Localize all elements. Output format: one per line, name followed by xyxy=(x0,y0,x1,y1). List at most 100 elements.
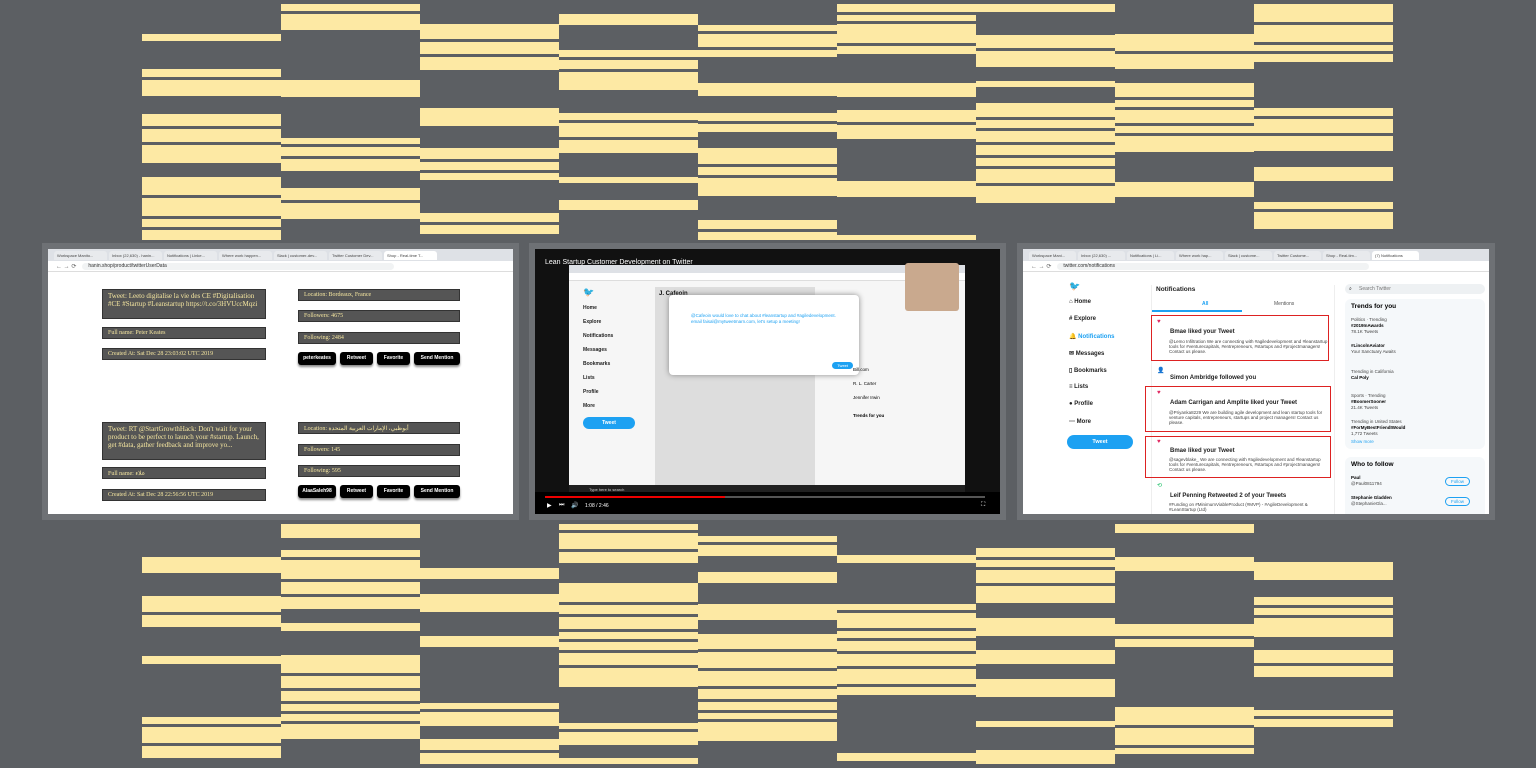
stripe xyxy=(559,552,698,563)
tab-all[interactable]: All xyxy=(1202,301,1208,307)
follow-button[interactable]: Follow xyxy=(1445,477,1471,486)
volume-icon[interactable]: 🔊 xyxy=(571,502,578,509)
browser-tab[interactable]: Notifications | Linke... xyxy=(164,250,217,260)
browser-tab[interactable]: Slack | customer-dev... xyxy=(274,250,327,260)
composer-tweet-button[interactable]: Tweet xyxy=(832,362,853,369)
browser-tab[interactable]: Inbox (22,630) - hanin... xyxy=(109,250,162,260)
show-more-link[interactable]: Show more xyxy=(1351,439,1374,444)
stripe xyxy=(698,604,837,620)
stripe xyxy=(559,177,698,183)
stripe xyxy=(559,533,698,549)
stripe xyxy=(698,652,837,668)
browser-tab[interactable]: Shop - Real-tim... xyxy=(1323,250,1370,260)
browser-tab[interactable]: Where work happen... xyxy=(219,250,272,260)
stripe xyxy=(142,219,281,227)
stripe xyxy=(142,746,281,758)
stripe xyxy=(698,50,837,57)
video-progress-bar[interactable] xyxy=(545,496,985,498)
nav-profile[interactable]: Profile xyxy=(583,385,643,399)
retweet-button[interactable]: Retweet xyxy=(340,485,373,498)
follow-suggestion: Jennifer Irwin xyxy=(853,395,880,400)
favorite-button[interactable]: Favorite xyxy=(377,352,410,365)
stripe xyxy=(976,169,1115,183)
back-icon[interactable]: ← → ⟳ xyxy=(1031,263,1051,270)
stripe xyxy=(976,4,1115,12)
fullscreen-icon[interactable]: ⛶ xyxy=(981,502,985,509)
stripe xyxy=(1254,562,1393,580)
address-bar: ← → ⟳ twitter.com/notifications xyxy=(1023,261,1489,272)
browser-tab[interactable]: Workspace Manito... xyxy=(54,250,107,260)
nav-notifications[interactable]: Notifications xyxy=(583,329,643,343)
follow-button[interactable]: Follow xyxy=(1445,497,1471,506)
stripe xyxy=(837,181,976,197)
stripe xyxy=(698,148,837,164)
favorite-button[interactable]: Favorite xyxy=(377,485,410,498)
play-icon[interactable]: ▶ xyxy=(547,502,552,509)
stripe xyxy=(142,145,281,163)
trend-item[interactable]: Trending in California Cal Poly xyxy=(1351,369,1394,381)
stripe xyxy=(837,753,976,761)
browser-tab[interactable]: Notifications | Li... xyxy=(1127,250,1174,260)
nav-home[interactable]: Home xyxy=(583,301,643,315)
trend-item[interactable]: Sports · Trending #BoomerSooner 21.4K Twee… xyxy=(1351,393,1386,411)
browser-tab[interactable]: Where work hap... xyxy=(1176,250,1223,260)
stripe xyxy=(281,4,420,11)
username-button[interactable]: peterkeates xyxy=(298,352,336,365)
username-button[interactable]: AlaaSaleh98 xyxy=(298,485,336,498)
nav-more[interactable]: ⋯ More xyxy=(1069,418,1091,425)
nav-lists[interactable]: ≡ Lists xyxy=(1069,384,1088,390)
send-mention-button[interactable]: Send Mention xyxy=(414,352,460,365)
browser-tab[interactable]: Inbox (22,630) ... xyxy=(1078,250,1125,260)
browser-tab[interactable]: Slack | custome... xyxy=(1225,250,1272,260)
nav-lists[interactable]: Lists xyxy=(583,371,643,385)
url-field[interactable]: hanin.shop/product/twitterUserData xyxy=(82,262,395,270)
browser-tab-active[interactable]: Shop - Real-time T... xyxy=(384,250,437,260)
nav-notifications[interactable]: 🔔 Notifications xyxy=(1069,333,1114,340)
send-mention-button[interactable]: Send Mention xyxy=(414,485,460,498)
stripe xyxy=(559,723,698,729)
trend-item[interactable]: #LincolnAviator Your Sanctuary Awaits xyxy=(1351,343,1396,355)
nav-profile[interactable]: ● Profile xyxy=(1069,401,1093,407)
stripe xyxy=(1254,710,1393,716)
stripe xyxy=(1115,100,1254,107)
notification-title: Adam Carrigan and Amplite liked your Twe… xyxy=(1170,400,1298,406)
stripe xyxy=(976,158,1115,166)
browser-tab-active[interactable]: (7) Notifications xyxy=(1372,250,1419,260)
stripe xyxy=(698,713,837,719)
nav-bookmarks[interactable]: ▯ Bookmarks xyxy=(1069,367,1107,374)
stripe xyxy=(142,129,281,142)
following-count: Following: 2484 xyxy=(298,332,460,344)
page-title: Notifications xyxy=(1156,286,1196,293)
stripe xyxy=(420,753,559,764)
tab-mentions[interactable]: Mentions xyxy=(1274,301,1294,307)
browser-tab[interactable]: Workspace Mani... xyxy=(1029,250,1076,260)
tweet-composer-modal[interactable]: @Cafeoin would love to chat about #leans… xyxy=(669,295,859,375)
browser-tab[interactable]: Twitter Customer Dev... xyxy=(329,250,382,260)
nav-messages[interactable]: Messages xyxy=(583,343,643,357)
trend-item[interactable]: Politics · Trending #2019InAwards 78.1K Tw… xyxy=(1351,317,1387,335)
url-field[interactable]: twitter.com/notifications xyxy=(1057,262,1370,270)
twitter-logo-icon: 🐦 xyxy=(1069,281,1081,291)
tweet-button[interactable]: Tweet xyxy=(583,417,635,429)
nav-more[interactable]: More xyxy=(583,399,643,413)
mail-icon: ✉ xyxy=(1069,351,1076,357)
stripe xyxy=(559,668,698,687)
tweet-button[interactable]: Tweet xyxy=(1067,435,1133,449)
stripe xyxy=(281,14,420,30)
nav-messages[interactable]: ✉ Messages xyxy=(1069,350,1104,357)
nav-explore[interactable]: Explore xyxy=(583,315,643,329)
stripe xyxy=(281,560,420,579)
nav-bookmarks[interactable]: Bookmarks xyxy=(583,357,643,371)
browser-tab-bar: Workspace Manito... Inbox (22,630) - han… xyxy=(48,249,513,261)
search-input[interactable]: ⌕ Search Twitter xyxy=(1345,284,1485,294)
next-icon[interactable]: ⏭ xyxy=(559,502,564,509)
stripe xyxy=(698,536,837,542)
retweet-button[interactable]: Retweet xyxy=(340,352,373,365)
trend-item[interactable]: Trending in United States #ForMyBestFrien… xyxy=(1351,419,1405,437)
nav-home[interactable]: ⌂ Home xyxy=(1069,299,1091,305)
nav-explore[interactable]: # Explore xyxy=(1069,316,1096,322)
back-icon[interactable]: ← → ⟳ xyxy=(56,263,76,270)
browser-tab-bar: Workspace Mani... Inbox (22,630) ... Not… xyxy=(1023,249,1489,261)
composer-text[interactable]: @Cafeoin would love to chat about #leans… xyxy=(691,313,841,325)
browser-tab[interactable]: Twitter Custome... xyxy=(1274,250,1321,260)
